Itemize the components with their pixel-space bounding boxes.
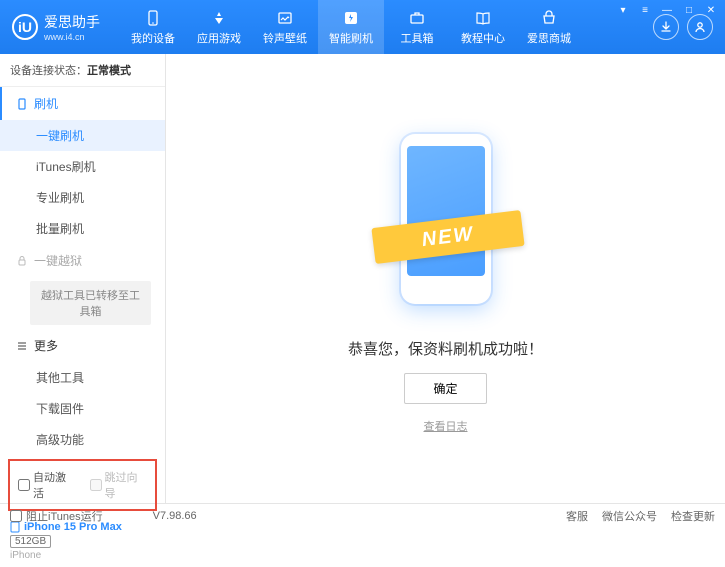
checkbox-skip-guide[interactable]: 跳过向导 [90, 469, 148, 501]
sidebar-item-batch-flash[interactable]: 批量刷机 [0, 213, 165, 244]
maximize-icon[interactable]: □ [681, 4, 697, 16]
sidebar-item-pro-flash[interactable]: 专业刷机 [0, 182, 165, 213]
wallpaper-icon [276, 9, 294, 27]
minimize-icon[interactable]: — [659, 4, 675, 16]
ok-button[interactable]: 确定 [404, 373, 486, 404]
user-button[interactable] [687, 14, 713, 40]
version-label: V7.98.66 [153, 510, 197, 522]
footer-link-support[interactable]: 客服 [566, 508, 588, 524]
success-message: 恭喜您，保资料刷机成功啦！ [348, 338, 543, 359]
logo-area: iU 爱思助手 www.i4.cn [0, 12, 120, 42]
device-status: 设备连接状态：正常模式 [0, 54, 165, 87]
nav-apps-games[interactable]: 应用游戏 [186, 0, 252, 54]
app-header: ▾ ≡ — □ ✕ iU 爱思助手 www.i4.cn 我的设备 应用游戏 铃声… [0, 0, 725, 54]
phone-small-icon [16, 98, 28, 110]
sidebar-item-download-firmware[interactable]: 下载固件 [0, 393, 165, 424]
menu-icon[interactable]: ▾ [615, 4, 631, 16]
nav-ringtones[interactable]: 铃声壁纸 [252, 0, 318, 54]
nav-toolbox[interactable]: 工具箱 [384, 0, 450, 54]
download-button[interactable] [653, 14, 679, 40]
phone-icon [144, 9, 162, 27]
nav-my-device[interactable]: 我的设备 [120, 0, 186, 54]
logo-icon: iU [12, 14, 38, 40]
sidebar-item-other-tools[interactable]: 其他工具 [0, 362, 165, 393]
checkbox-auto-activate[interactable]: 自动激活 [18, 469, 76, 501]
flash-icon [342, 9, 360, 27]
sidebar-item-itunes-flash[interactable]: iTunes刷机 [0, 151, 165, 182]
footer-link-wechat[interactable]: 微信公众号 [602, 508, 657, 524]
success-illustration: NEW [381, 124, 511, 324]
main-nav: 我的设备 应用游戏 铃声壁纸 智能刷机 工具箱 教程中心 爱思商城 [120, 0, 641, 54]
sidebar: 设备连接状态：正常模式 刷机 一键刷机 iTunes刷机 专业刷机 批量刷机 一… [0, 54, 166, 503]
jailbreak-note: 越狱工具已转移至工具箱 [30, 281, 151, 325]
lock-icon [16, 255, 28, 267]
header-actions [641, 14, 725, 40]
view-log-link[interactable]: 查看日志 [424, 418, 468, 434]
sidebar-item-advanced[interactable]: 高级功能 [0, 424, 165, 455]
device-type: iPhone [10, 550, 155, 561]
close-icon[interactable]: ✕ [703, 4, 719, 16]
main-content: NEW 恭喜您，保资料刷机成功啦！ 确定 查看日志 [166, 54, 725, 503]
toolbox-icon [408, 9, 426, 27]
app-url: www.i4.cn [44, 32, 100, 42]
section-more[interactable]: 更多 [0, 329, 165, 362]
storage-badge: 512GB [10, 535, 51, 548]
book-icon [474, 9, 492, 27]
menu-lines-icon [16, 340, 28, 352]
checkbox-block-itunes[interactable]: 阻止iTunes运行 [10, 508, 103, 524]
nav-smart-flash[interactable]: 智能刷机 [318, 0, 384, 54]
store-icon [540, 9, 558, 27]
section-flash[interactable]: 刷机 [0, 87, 165, 120]
nav-tutorials[interactable]: 教程中心 [450, 0, 516, 54]
apps-icon [210, 9, 228, 27]
footer-link-update[interactable]: 检查更新 [671, 508, 715, 524]
window-controls: ▾ ≡ — □ ✕ [615, 4, 719, 16]
options-row: 自动激活 跳过向导 [8, 459, 157, 511]
app-title: 爱思助手 [44, 12, 100, 32]
settings-lines-icon[interactable]: ≡ [637, 4, 653, 16]
nav-store[interactable]: 爱思商城 [516, 0, 582, 54]
sidebar-item-oneclick-flash[interactable]: 一键刷机 [0, 120, 165, 151]
section-jailbreak[interactable]: 一键越狱 [0, 244, 165, 277]
